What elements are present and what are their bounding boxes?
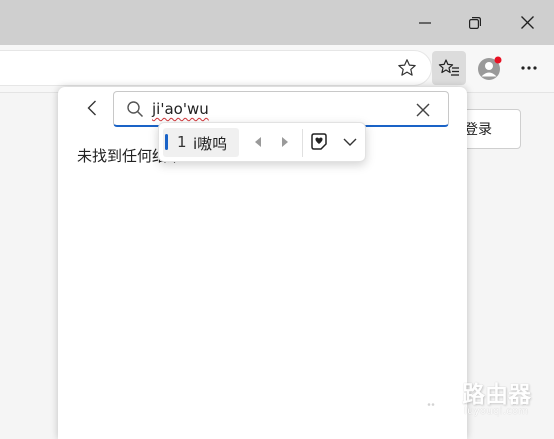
profile-button[interactable]	[473, 51, 507, 85]
search-query-text: ji'ao'wu	[152, 100, 209, 118]
ime-divider	[302, 129, 303, 157]
address-bar[interactable]	[0, 50, 432, 86]
ime-candidate-index: 1	[177, 133, 187, 151]
minimize-icon	[419, 21, 431, 24]
chevron-down-icon[interactable]	[342, 134, 358, 150]
profile-avatar-icon	[478, 56, 502, 80]
close-icon	[416, 103, 430, 117]
sticker-icon[interactable]	[309, 132, 329, 152]
close-icon	[520, 16, 534, 29]
ime-candidate[interactable]: 1 i嗷呜	[163, 128, 239, 157]
browser-toolbar	[0, 45, 554, 92]
restore-icon	[469, 16, 481, 29]
ime-candidate-text: i嗷呜	[193, 135, 228, 153]
clear-search-button[interactable]	[412, 99, 434, 121]
restore-button[interactable]	[450, 0, 500, 45]
favorites-list-icon	[438, 59, 459, 76]
router-logo-icon	[412, 377, 458, 423]
chevron-left-icon	[87, 100, 96, 116]
close-button[interactable]	[502, 0, 552, 45]
search-icon	[127, 101, 144, 118]
back-button[interactable]	[80, 96, 104, 120]
next-page-icon[interactable]	[279, 134, 291, 150]
watermark-url: luyouqi.com	[464, 406, 529, 417]
ime-caret	[165, 134, 168, 150]
prev-page-icon[interactable]	[252, 134, 264, 150]
star-icon	[398, 59, 416, 76]
favorites-button[interactable]	[432, 51, 466, 85]
more-button[interactable]	[512, 51, 546, 85]
watermark: 路由器 luyouqi.com	[412, 375, 552, 425]
ime-candidate-window: 1 i嗷呜	[158, 122, 366, 162]
more-horizontal-icon	[521, 66, 537, 70]
minimize-button[interactable]	[400, 0, 450, 45]
watermark-title: 路由器	[462, 382, 531, 408]
add-favorite-button[interactable]	[390, 51, 424, 85]
title-bar	[0, 0, 554, 45]
